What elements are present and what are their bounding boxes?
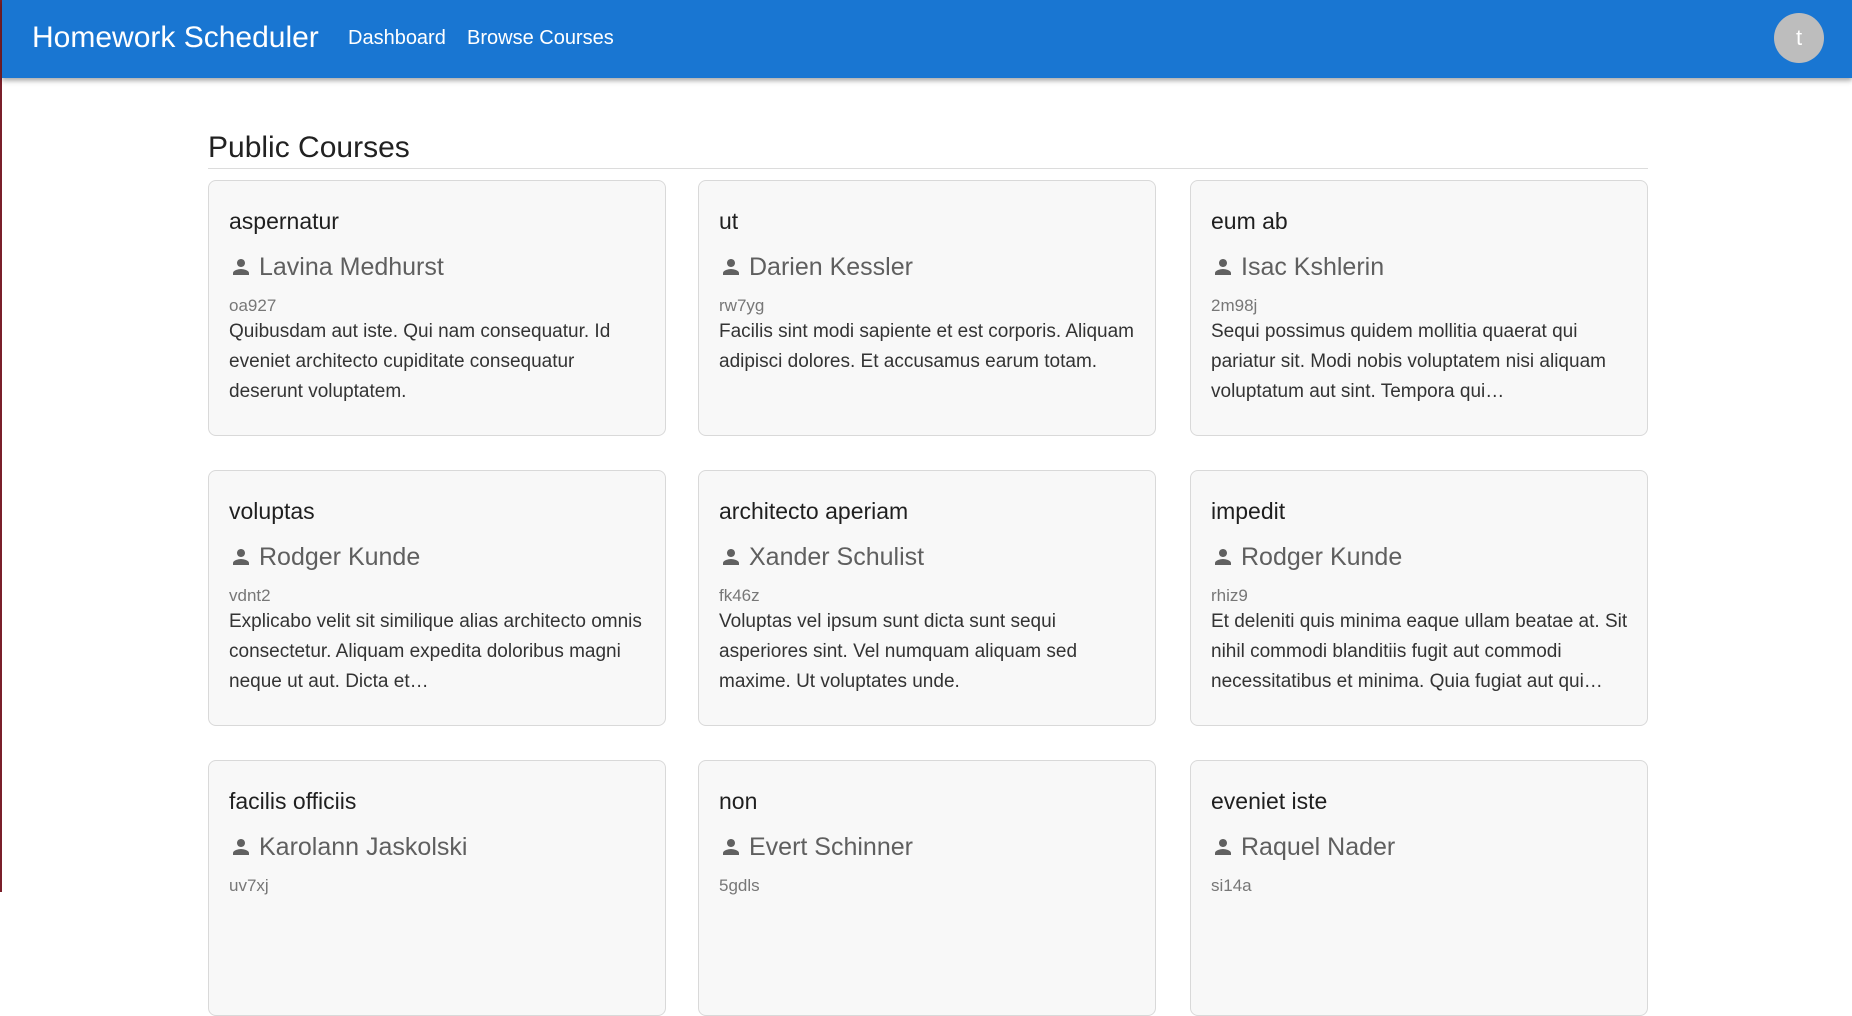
course-code: vdnt2 [229, 586, 271, 605]
course-title: ut [719, 208, 739, 234]
course-description: Sequi possimus quidem mollitia quaerat q… [1211, 321, 1606, 402]
course-description: Facilis sint modi sapiente et est corpor… [719, 321, 1135, 372]
person-icon [723, 839, 739, 855]
owner-name: Lavina Medhurst [259, 253, 444, 281]
course-card[interactable]: facilis officiis Karolann Jaskolski uv7x… [208, 760, 666, 1016]
app-title[interactable]: Homework Scheduler [32, 19, 319, 57]
owner-name: Rodger Kunde [1241, 543, 1403, 571]
owner-name: Karolann Jaskolski [259, 833, 468, 861]
person-icon [1215, 259, 1231, 275]
owner-name: Evert Schinner [749, 833, 913, 861]
course-code: 5gdls [719, 876, 760, 895]
course-code: si14a [1211, 876, 1252, 895]
person-icon [1215, 839, 1231, 855]
person-icon [233, 549, 249, 565]
course-owner: Rodger Kunde [1211, 541, 1402, 573]
course-description: Quibusdam aut iste. Qui nam consequatur.… [229, 321, 611, 402]
course-title: non [719, 788, 758, 814]
course-code: fk46z [719, 586, 760, 605]
course-card[interactable]: architecto aperiam Xander Schulist fk46z… [698, 470, 1156, 726]
person-icon [233, 839, 249, 855]
course-owner: Isac Kshlerin [1211, 251, 1384, 283]
title-divider [208, 168, 1648, 169]
window-edge [0, 0, 2, 892]
owner-name: Rodger Kunde [259, 543, 421, 571]
course-title: eveniet iste [1211, 788, 1328, 814]
course-code: uv7xj [229, 876, 269, 895]
person-icon [1215, 549, 1231, 565]
course-card[interactable]: eveniet iste Raquel Nader si14a [1190, 760, 1648, 1016]
course-title: impedit [1211, 498, 1286, 524]
owner-name: Darien Kessler [749, 253, 913, 281]
course-owner: Xander Schulist [719, 541, 924, 573]
course-owner: Karolann Jaskolski [229, 831, 467, 863]
course-title: voluptas [229, 498, 315, 524]
course-card[interactable]: impedit Rodger Kunde rhiz9 Et deleniti q… [1190, 470, 1648, 726]
course-owner: Rodger Kunde [229, 541, 420, 573]
person-icon [723, 549, 739, 565]
course-card[interactable]: ut Darien Kessler rw7yg Facilis sint mod… [698, 180, 1156, 436]
course-code: rhiz9 [1211, 586, 1248, 605]
course-title: aspernatur [229, 208, 339, 234]
user-avatar[interactable]: t [1774, 13, 1824, 63]
course-owner: Darien Kessler [719, 251, 913, 283]
nav-browse-courses-link[interactable]: Browse Courses [467, 26, 614, 50]
course-card[interactable]: eum ab Isac Kshlerin 2m98j Sequi possimu… [1190, 180, 1648, 436]
owner-name: Isac Kshlerin [1241, 253, 1385, 281]
course-description: Explicabo velit sit similique alias arch… [229, 611, 642, 692]
course-title: architecto aperiam [719, 498, 909, 524]
app-bar: Homework Scheduler Dashboard Browse Cour… [2, 0, 1852, 78]
course-owner: Raquel Nader [1211, 831, 1395, 863]
course-code: oa927 [229, 296, 277, 315]
person-icon [233, 259, 249, 275]
course-description: Voluptas vel ipsum sunt dicta sunt sequi… [719, 611, 1078, 692]
course-card[interactable]: voluptas Rodger Kunde vdnt2 Explicabo ve… [208, 470, 666, 726]
course-code: rw7yg [719, 296, 765, 315]
owner-name: Raquel Nader [1241, 833, 1396, 861]
course-title: eum ab [1211, 208, 1288, 234]
course-owner: Evert Schinner [719, 831, 913, 863]
course-card[interactable]: aspernatur Lavina Medhurst oa927 Quibusd… [208, 180, 666, 436]
course-card[interactable]: non Evert Schinner 5gdls [698, 760, 1156, 1016]
person-icon [723, 259, 739, 275]
nav-dashboard-link[interactable]: Dashboard [348, 26, 446, 50]
course-title: facilis officiis [229, 788, 357, 814]
course-description: Et deleniti quis minima eaque ullam beat… [1211, 611, 1628, 692]
course-code: 2m98j [1211, 296, 1258, 315]
owner-name: Xander Schulist [749, 543, 925, 571]
course-owner: Lavina Medhurst [229, 251, 444, 283]
page-title: Public Courses [208, 131, 410, 164]
